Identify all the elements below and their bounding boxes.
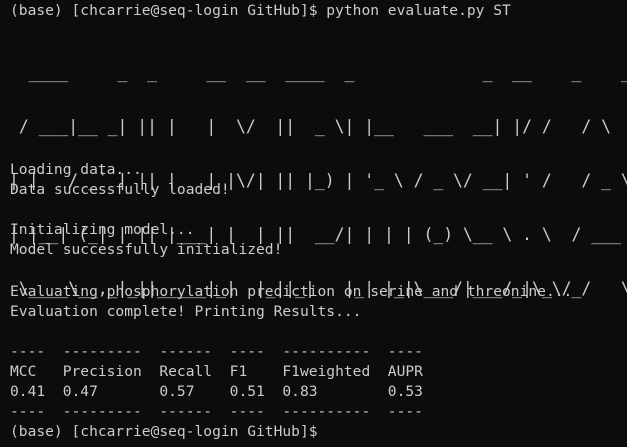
message-loading-data: Loading data... — [10, 161, 142, 178]
results-values-row: 0.41 0.47 0.57 0.51 0.83 0.53 — [10, 383, 423, 400]
results-separator-bottom: ---- --------- ------ ---- ---------- --… — [10, 403, 423, 420]
terminal-window[interactable]: (base) [chcarrie@seq-login GitHub]$ pyth… — [0, 0, 627, 447]
results-separator-top: ---- --------- ------ ---- ---------- --… — [10, 343, 423, 360]
banner-line-1: ____ _ _ __ __ ____ _ _ __ _ _ _ — [9, 63, 627, 82]
message-model-initialized: Model successfully initialized! — [10, 241, 283, 258]
message-initializing-model: Initializing model... — [10, 221, 195, 238]
results-header-row: MCC Precision Recall F1 F1weighted AUPR — [10, 363, 423, 380]
message-data-loaded: Data successfully loaded! — [10, 181, 230, 198]
final-prompt[interactable]: (base) [chcarrie@seq-login GitHub]$ — [10, 422, 318, 442]
message-evaluating: Evaluating phosphorylation prediction on… — [10, 283, 573, 300]
final-prompt-text: (base) [chcarrie@seq-login GitHub]$ — [10, 423, 318, 440]
message-evaluation-complete: Evaluation complete! Printing Results... — [10, 303, 362, 320]
banner-line-2: / ___|__ _| || | | \/ || _ \| |__ ___ __… — [18, 117, 611, 136]
command-line: (base) [chcarrie@seq-login GitHub]$ pyth… — [10, 2, 511, 19]
